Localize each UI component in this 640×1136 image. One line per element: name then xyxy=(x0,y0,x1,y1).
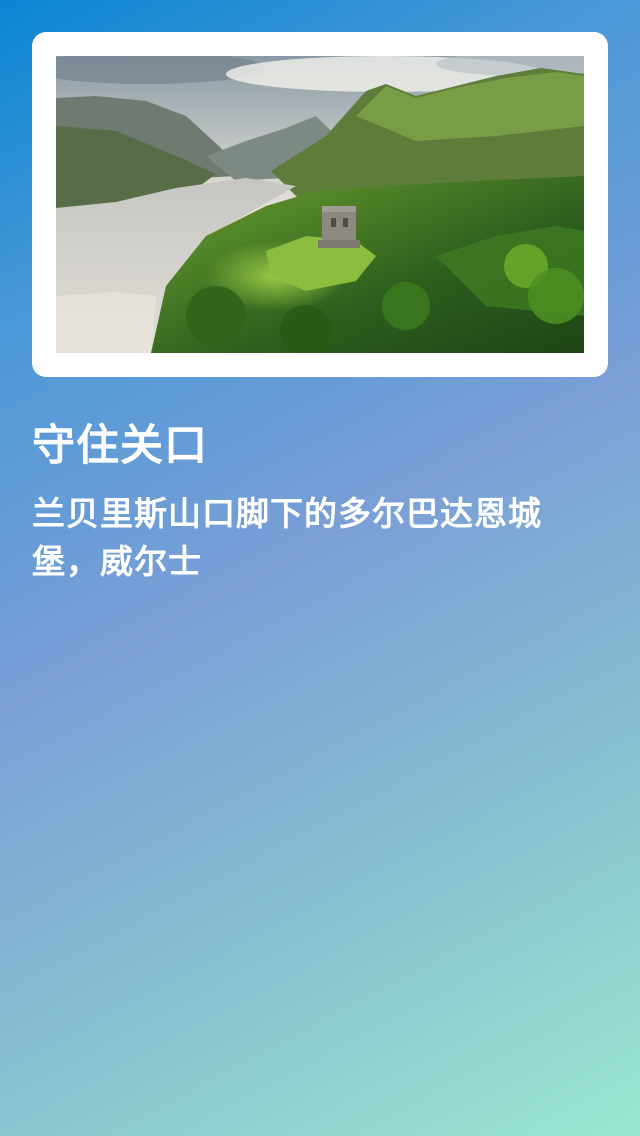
photo-card xyxy=(32,32,608,377)
story-title: 守住关口 xyxy=(32,421,208,471)
castle-landscape-photo[interactable] xyxy=(56,56,584,353)
story-caption: 兰贝里斯山口脚下的多尔巴达恩城堡，威尔士 xyxy=(32,494,542,581)
landscape-image xyxy=(56,56,584,353)
